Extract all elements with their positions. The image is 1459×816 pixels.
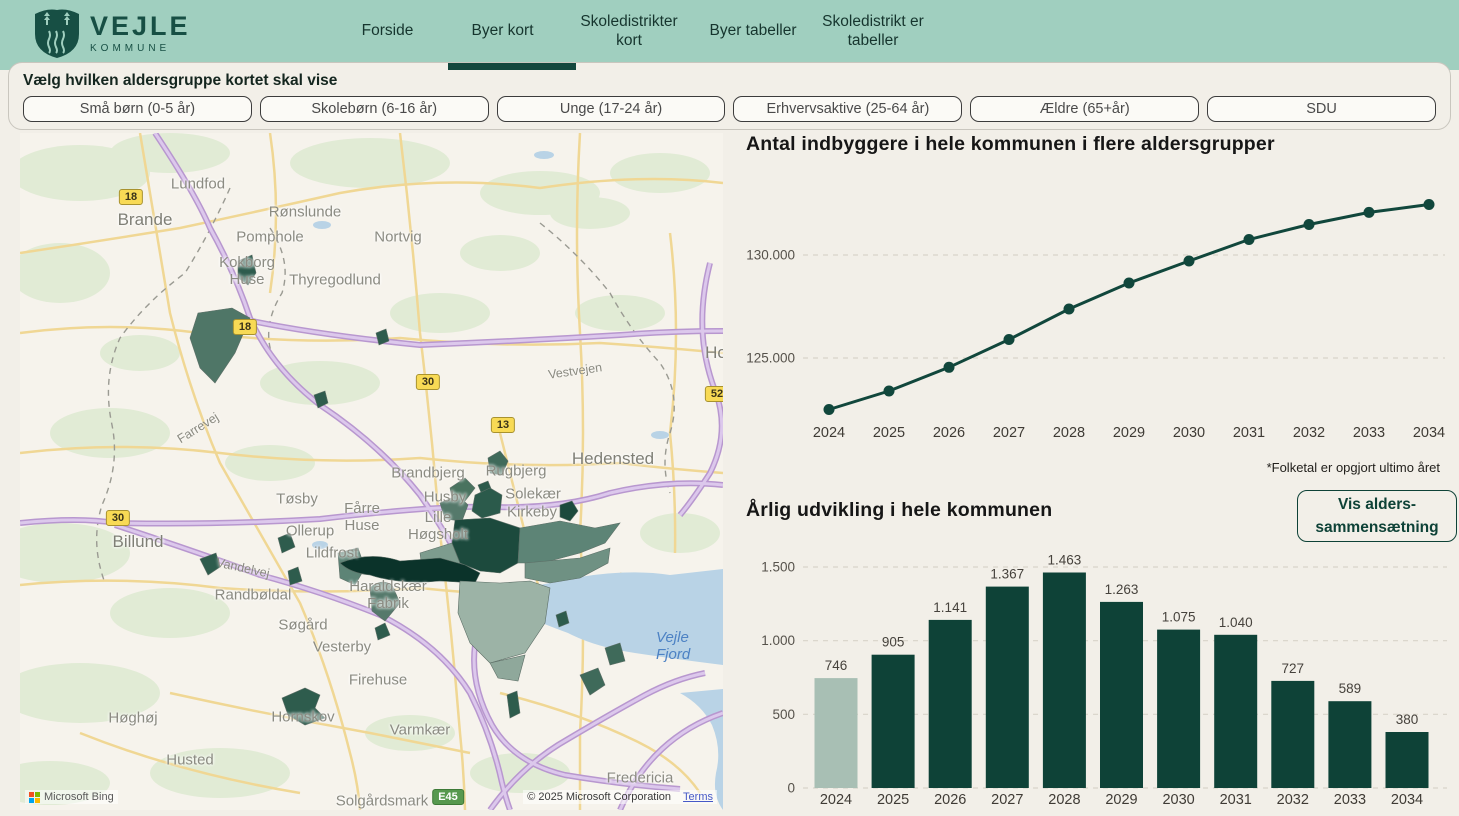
svg-text:1.000: 1.000 [761,633,795,648]
svg-text:1.367: 1.367 [990,567,1024,582]
svg-text:1.141: 1.141 [933,600,967,615]
tab-skoledistrikter-kort[interactable]: Skoledistrikter kort [570,0,688,62]
svg-text:2032: 2032 [1277,792,1309,808]
bar-chart-title: Årlig udvikling i hele kommunen [746,499,1052,522]
bing-attribution: Microsoft Bing [25,790,118,804]
age-filter-button[interactable]: Ældre (65+år) [970,96,1199,122]
svg-text:2034: 2034 [1391,792,1423,808]
svg-text:500: 500 [772,707,795,722]
svg-text:2033: 2033 [1334,792,1366,808]
main-nav: ForsideByer kortSkoledistrikter kortByer… [340,0,928,62]
svg-text:2031: 2031 [1220,792,1252,808]
copyright-text: © 2025 Microsoft Corporation [527,791,671,803]
svg-text:2031: 2031 [1233,425,1265,441]
tab-skoledistrikt-er-tabeller[interactable]: Skoledistrikt er tabeller [818,0,928,62]
age-filter-button[interactable]: Skolebørn (6-16 år) [260,96,489,122]
svg-text:2028: 2028 [1053,425,1085,441]
svg-text:2027: 2027 [991,792,1023,808]
svg-text:2026: 2026 [933,425,965,441]
svg-text:1.075: 1.075 [1162,610,1196,625]
charts-column: Antal indbyggere i hele kommunen i flere… [745,133,1459,816]
svg-text:2034: 2034 [1413,425,1445,441]
age-filter-buttons: Små børn (0-5 år) Skolebørn (6-16 år) Unge… [23,96,1436,122]
svg-text:589: 589 [1339,681,1362,696]
tab-forside[interactable]: Forside [340,0,435,62]
age-filter-button[interactable]: Unge (17-24 år) [497,96,726,122]
line-chart-footnote: *Folketal er opgjort ultimo året [1267,460,1440,475]
svg-text:2025: 2025 [873,425,905,441]
svg-text:380: 380 [1396,712,1419,727]
bar-chart: 0 500 1.000 1.500 746 2024 905 2025 1.141 2026 1.3… [745,545,1459,816]
age-filter-button[interactable]: SDU [1207,96,1436,122]
top-navigation-bar: VEJLE KOMMUNE ForsideByer kortSkoledistr… [0,0,1459,70]
line-chart-title: Antal indbyggere i hele kommunen i flere… [746,133,1275,156]
filter-title: Vælg hvilken aldersgruppe kortet skal vi… [23,72,337,90]
map-copyright: © 2025 Microsoft Corporation Terms [523,790,717,804]
age-filter-button[interactable]: Erhvervsaktive (25-64 år) [733,96,962,122]
svg-text:130.000: 130.000 [746,248,795,263]
svg-text:2033: 2033 [1353,425,1385,441]
svg-text:2030: 2030 [1173,425,1205,441]
logo-subtitle: KOMMUNE [90,43,191,54]
svg-text:2029: 2029 [1113,425,1145,441]
svg-text:2025: 2025 [877,792,909,808]
active-tab-underline [448,63,576,70]
svg-text:727: 727 [1282,661,1305,676]
bing-logo-icon [29,792,40,803]
svg-text:1.463: 1.463 [1048,553,1082,568]
age-group-filter-panel: Vælg hvilken aldersgruppe kortet skal vi… [8,62,1451,130]
bing-label: Microsoft Bing [44,791,114,803]
svg-text:2026: 2026 [934,792,966,808]
svg-text:1.040: 1.040 [1219,615,1253,630]
svg-text:1.500: 1.500 [761,560,795,575]
svg-text:2029: 2029 [1105,792,1137,808]
svg-text:2030: 2030 [1162,792,1194,808]
svg-text:2024: 2024 [813,425,845,441]
tab-byer-tabeller[interactable]: Byer tabeller [688,0,818,62]
svg-text:905: 905 [882,635,905,650]
svg-text:125.000: 125.000 [746,351,795,366]
svg-text:2027: 2027 [993,425,1025,441]
svg-text:746: 746 [825,658,848,673]
svg-text:0: 0 [787,781,795,796]
tab-byer-kort[interactable]: Byer kort [435,0,570,62]
svg-text:2028: 2028 [1048,792,1080,808]
vejle-kommune-logo[interactable]: VEJLE KOMMUNE [34,7,191,59]
terms-link[interactable]: Terms [683,791,713,803]
vis-alderssammensaetning-button[interactable]: Vis alders- sammensætning [1297,490,1457,542]
bing-map[interactable]: LundfodBrandeRønslundePompholeKokborg Hu… [20,133,723,810]
map-base-layer [20,133,723,810]
svg-text:2024: 2024 [820,792,852,808]
coat-of-arms-icon [34,7,80,59]
logo-title: VEJLE [90,13,191,40]
age-filter-button[interactable]: Små børn (0-5 år) [23,96,252,122]
svg-text:1.263: 1.263 [1105,582,1139,597]
svg-text:2032: 2032 [1293,425,1325,441]
line-chart: 125.000 130.000 2024 2025 2026 2027 2028 2029 20… [745,157,1459,457]
